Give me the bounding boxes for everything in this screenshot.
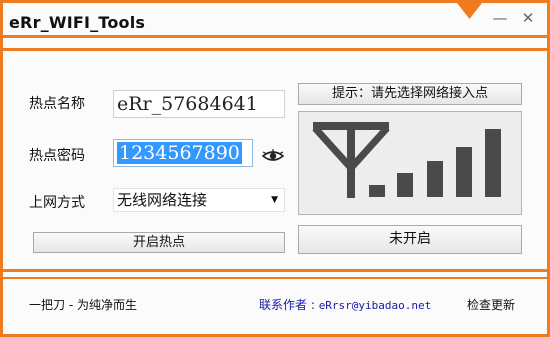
chevron-down-icon: ▼ bbox=[271, 195, 278, 205]
network-mode-label: 上网方式 bbox=[29, 195, 85, 211]
signal-bar-1 bbox=[369, 185, 385, 197]
app-window: eRr_WIFI_Tools — ✕ 热点名称 eRr_57684641 热点密… bbox=[0, 0, 550, 337]
title-bar[interactable]: eRr_WIFI_Tools — ✕ bbox=[3, 3, 547, 47]
header-divider-bottom bbox=[3, 48, 547, 51]
contact-label: 联系作者 : bbox=[259, 298, 319, 312]
header-divider-top bbox=[3, 35, 547, 38]
footer-slogan: 一把刀 - 为纯净而生 bbox=[29, 298, 137, 312]
hint-text: 提示：请先选择网络接入点 bbox=[331, 86, 488, 101]
close-button[interactable]: ✕ bbox=[517, 9, 539, 27]
contact-author-link[interactable]: 联系作者 : eRrsr@yibadao.net bbox=[259, 298, 431, 313]
signal-strength-panel bbox=[298, 111, 522, 215]
footer-divider-bottom bbox=[3, 277, 547, 279]
orange-down-triangle-icon[interactable] bbox=[457, 3, 482, 23]
hotspot-password-label: 热点密码 bbox=[29, 148, 85, 164]
hotspot-name-input[interactable]: eRr_57684641 bbox=[113, 90, 285, 118]
start-hotspot-label: 开启热点 bbox=[132, 235, 185, 250]
signal-bar-4 bbox=[456, 147, 472, 197]
hotspot-status-button[interactable]: 未开启 bbox=[298, 225, 522, 254]
contact-email: eRrsr@yibadao.net bbox=[318, 299, 432, 312]
hotspot-name-value: eRr_57684641 bbox=[117, 93, 258, 115]
hint-button[interactable]: 提示：请先选择网络接入点 bbox=[298, 83, 522, 105]
eye-icon[interactable] bbox=[261, 147, 285, 165]
app-title: eRr_WIFI_Tools bbox=[9, 13, 146, 32]
minimize-button[interactable]: — bbox=[489, 9, 511, 27]
signal-bar-2 bbox=[397, 173, 413, 197]
start-hotspot-button[interactable]: 开启热点 bbox=[33, 232, 285, 253]
network-mode-select[interactable]: 无线网络连接 ▼ bbox=[113, 188, 285, 212]
hotspot-name-label: 热点名称 bbox=[29, 96, 85, 112]
network-mode-value: 无线网络连接 bbox=[117, 191, 208, 209]
signal-bar-3 bbox=[427, 161, 443, 197]
check-update-button[interactable]: 检查更新 bbox=[467, 298, 515, 312]
hotspot-password-value: 1234567890 bbox=[117, 142, 242, 164]
hotspot-status-label: 未开启 bbox=[389, 231, 431, 247]
hotspot-password-input[interactable]: 1234567890 bbox=[113, 139, 253, 167]
signal-bar-5 bbox=[485, 129, 501, 197]
footer-divider-top bbox=[3, 269, 547, 272]
